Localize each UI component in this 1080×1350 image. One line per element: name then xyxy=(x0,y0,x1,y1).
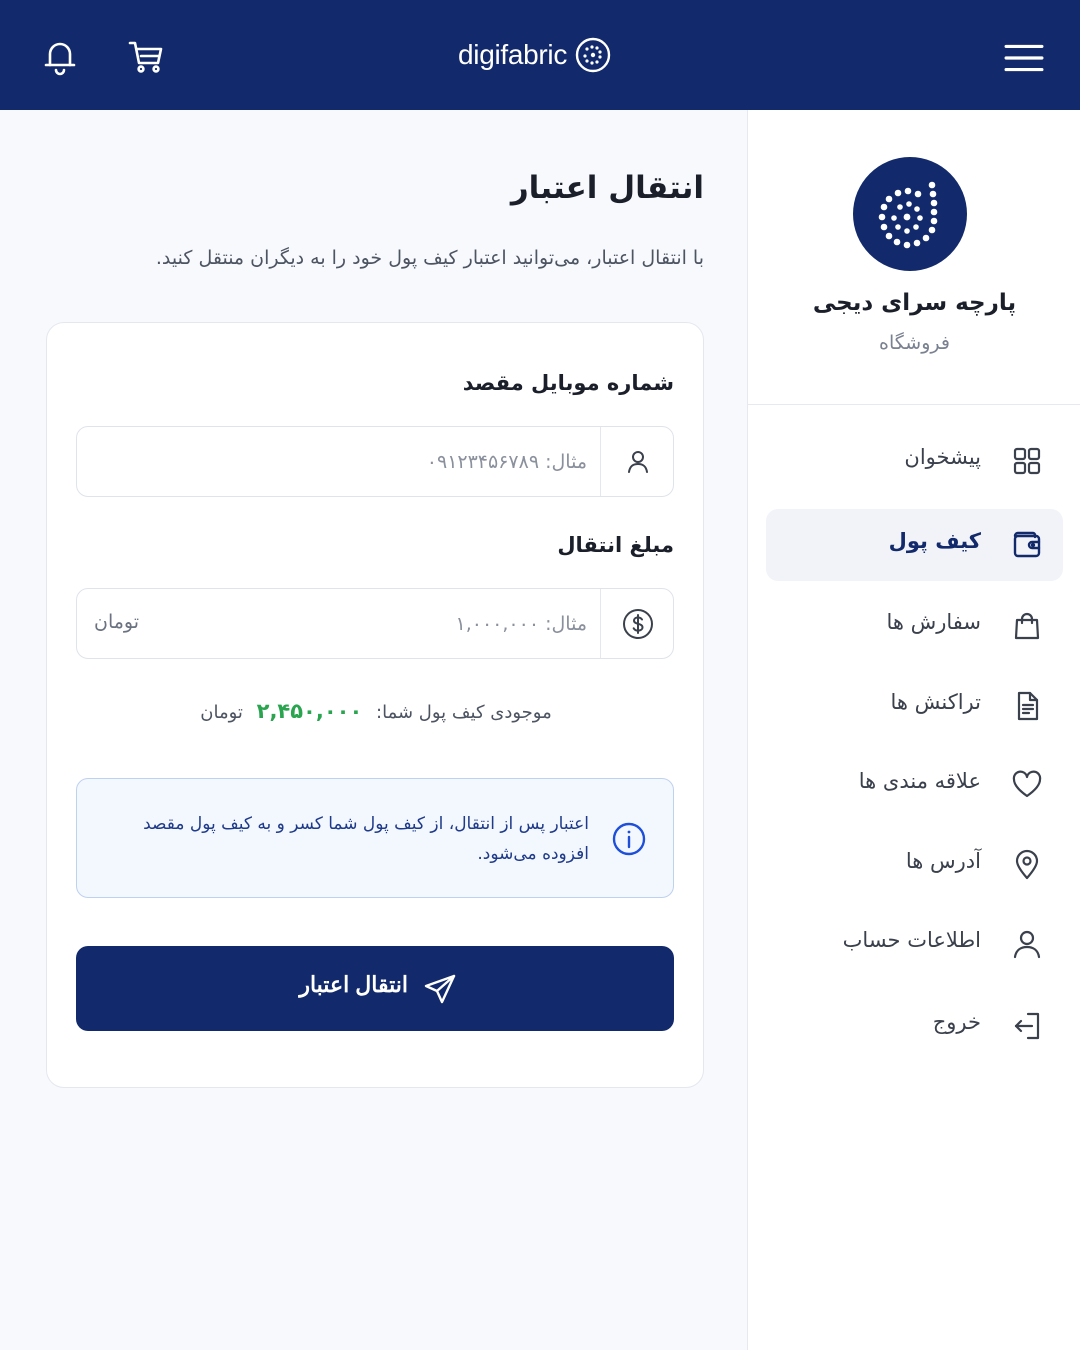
shopping-bag-icon xyxy=(1011,610,1043,642)
balance-label: موجودی کیف پول شما: xyxy=(376,702,552,723)
sidebar-item-wallet[interactable]: کیف پول xyxy=(766,509,1063,581)
sidebar-item-orders[interactable]: سفارش ها xyxy=(766,590,1063,662)
avatar xyxy=(853,157,967,271)
transfer-button-label: انتقال اعتبار xyxy=(299,972,408,997)
store-profile: پارچه سرای دیجی فروشگاه xyxy=(748,110,1080,405)
info-notice: اعتبار پس از انتقال، از کیف پول شما کسر … xyxy=(76,778,674,898)
sidebar-item-label: خروج xyxy=(932,1010,981,1034)
balance-amount: ۲,۴۵۰,۰۰۰ xyxy=(256,699,363,723)
transfer-form-card: شماره موبایل مقصد مبلغ انتقال تومان موجو… xyxy=(46,322,704,1088)
sidebar-item-favorites[interactable]: علاقه مندی ها xyxy=(766,749,1063,821)
amount-field: تومان xyxy=(76,588,674,659)
store-name: پارچه سرای دیجی xyxy=(812,290,1017,316)
amount-unit: تومان xyxy=(94,611,140,633)
phone-field xyxy=(76,426,674,497)
info-text: اعتبار پس از انتقال، از کیف پول شما کسر … xyxy=(143,814,589,864)
amount-label: مبلغ انتقال xyxy=(557,533,674,557)
bell-icon[interactable] xyxy=(40,36,80,76)
sidebar-item-account[interactable]: اطلاعات حساب xyxy=(766,908,1063,980)
sidebar-item-label: اطلاعات حساب xyxy=(842,928,981,952)
store-logo-icon xyxy=(878,181,938,249)
sidebar-item-label: پیشخوان xyxy=(904,445,981,469)
grid-icon xyxy=(1011,445,1043,477)
document-icon xyxy=(1011,690,1043,722)
sidebar-item-label: آدرس ها xyxy=(905,849,981,873)
store-role: فروشگاه xyxy=(879,332,950,354)
top-bar: digifabric xyxy=(0,0,1080,110)
phone-label: شماره موبایل مقصد xyxy=(462,371,674,395)
sidebar-item-label: کیف پول xyxy=(888,529,981,553)
info-icon xyxy=(611,821,647,857)
heart-icon xyxy=(1011,769,1043,801)
wallet-icon xyxy=(1011,529,1043,561)
sidebar-item-dashboard[interactable]: پیشخوان xyxy=(766,425,1063,497)
menu-icon[interactable] xyxy=(1004,38,1044,76)
transfer-credit-button[interactable]: انتقال اعتبار xyxy=(76,946,674,1031)
brand-mark-icon xyxy=(575,37,611,73)
sidebar-item-label: سفارش ها xyxy=(886,610,981,634)
phone-input[interactable] xyxy=(167,427,587,496)
sidebar-item-transactions[interactable]: تراکنش ها xyxy=(766,670,1063,742)
sidebar: پارچه سرای دیجی فروشگاه پیشخوان کیف پول xyxy=(747,110,1080,1350)
brand-logo[interactable]: digifabric xyxy=(458,34,611,76)
logout-icon xyxy=(1011,1010,1043,1042)
sidebar-item-addresses[interactable]: آدرس ها xyxy=(766,829,1063,901)
balance-unit: تومان xyxy=(200,702,243,723)
amount-input[interactable] xyxy=(167,589,587,658)
sidebar-item-logout[interactable]: خروج xyxy=(766,990,1063,1062)
cart-icon[interactable] xyxy=(126,36,166,76)
user-icon xyxy=(600,427,673,496)
dollar-icon xyxy=(600,589,673,658)
sidebar-item-label: علاقه مندی ها xyxy=(858,769,981,793)
brand-name: digifabric xyxy=(458,39,568,70)
send-icon xyxy=(423,972,457,1006)
page-title: انتقال اعتبار xyxy=(510,170,704,206)
sidebar-item-label: تراکنش ها xyxy=(890,690,981,714)
location-pin-icon xyxy=(1011,849,1043,881)
wallet-balance: موجودی کیف پول شما: ۲,۴۵۰,۰۰۰ تومان xyxy=(47,699,705,723)
page-description: با انتقال اعتبار، می‌توانید اعتبار کیف پ… xyxy=(155,247,704,269)
user-icon xyxy=(1011,928,1043,960)
